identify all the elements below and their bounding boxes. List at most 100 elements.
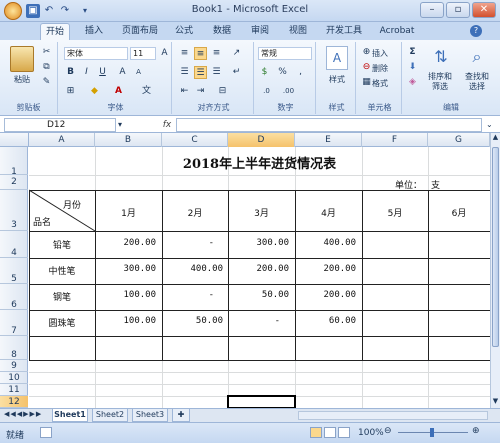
increase-indent-icon[interactable]: ⇥ — [194, 85, 207, 98]
decrease-decimal-icon[interactable]: .00 — [282, 85, 295, 98]
product-name[interactable]: 圆珠笔 — [29, 316, 95, 329]
sheet-title[interactable]: 2018年上半年进货情况表 — [29, 153, 490, 172]
phonetic-icon[interactable]: 文 — [140, 85, 153, 98]
tab-review[interactable]: 审阅 — [246, 23, 274, 40]
sheet-nav-icon[interactable]: ◀◀◀▶▶▶ — [4, 410, 42, 418]
value-cell[interactable]: 400.00 — [162, 264, 223, 274]
scroll-down-icon[interactable]: ▼ — [491, 397, 500, 407]
month-header[interactable]: 1月 — [95, 206, 162, 219]
value-cell[interactable]: 400.00 — [295, 238, 356, 248]
unit-value[interactable]: 支 — [431, 178, 440, 191]
scrollbar-thumb[interactable] — [492, 147, 499, 347]
tab-page-layout[interactable]: 页面布局 — [118, 23, 162, 40]
value-cell[interactable]: 200.00 — [95, 238, 156, 248]
increase-decimal-icon[interactable]: .0 — [260, 85, 273, 98]
column-header-c[interactable]: C — [162, 133, 228, 147]
name-box[interactable]: D12 — [4, 118, 116, 132]
paste-label[interactable]: 粘贴 — [4, 74, 40, 85]
sheet-tab-sheet2[interactable]: Sheet2 — [92, 409, 128, 422]
align-left-icon[interactable]: ☰ — [178, 66, 191, 79]
column-header-e[interactable]: E — [295, 133, 362, 147]
row-header[interactable]: 7 — [0, 310, 28, 336]
column-header-f[interactable]: F — [362, 133, 428, 147]
insert-sheet-icon[interactable]: ✚ — [172, 409, 190, 422]
copy-icon[interactable]: ⧉ — [40, 61, 53, 74]
sort-filter-label[interactable]: 排序和 筛选 — [422, 72, 458, 92]
tab-view[interactable]: 视图 — [284, 23, 312, 40]
macro-record-icon[interactable] — [40, 427, 52, 438]
month-header[interactable]: 5月 — [362, 206, 428, 219]
worksheet-grid[interactable]: 2018年上半年进货情况表 单位： 支 月份 品名 1月 2月 3月 4月 5月… — [29, 147, 490, 408]
value-cell[interactable]: 300.00 — [95, 264, 156, 274]
column-header-b[interactable]: B — [95, 133, 162, 147]
product-name[interactable]: 中性笔 — [29, 264, 95, 277]
format-cells-label[interactable]: 格式 — [372, 78, 388, 89]
font-name-select[interactable]: 宋体 — [64, 47, 128, 60]
bold-icon[interactable]: B — [64, 66, 77, 79]
corner-header-product[interactable]: 品名 — [33, 215, 51, 228]
zoom-in-icon[interactable]: ⊕ — [472, 426, 480, 436]
insert-cells-label[interactable]: 插入 — [372, 48, 388, 59]
normal-view-icon[interactable] — [310, 427, 322, 438]
value-cell[interactable]: 300.00 — [228, 238, 289, 248]
row-header[interactable]: 5 — [0, 258, 28, 284]
month-header[interactable]: 4月 — [295, 206, 362, 219]
value-cell[interactable]: 200.00 — [295, 290, 356, 300]
number-format-select[interactable]: 常规 — [258, 47, 312, 60]
sort-filter-icon[interactable]: ⇅ — [430, 46, 452, 68]
redo-icon[interactable]: ↷ — [58, 4, 72, 18]
cut-icon[interactable]: ✂ — [40, 46, 53, 59]
styles-button-label[interactable]: 样式 — [318, 74, 356, 85]
value-cell[interactable]: 200.00 — [228, 264, 289, 274]
row-header[interactable]: 6 — [0, 284, 28, 310]
zoom-level[interactable]: 100% — [358, 428, 384, 438]
row-header[interactable]: 1 — [0, 147, 28, 177]
find-select-icon[interactable]: ⌕ — [466, 46, 488, 68]
sheet-tab-sheet1[interactable]: Sheet1 — [52, 409, 88, 422]
find-select-label[interactable]: 查找和 选择 — [458, 72, 496, 92]
row-header[interactable]: 12 — [0, 396, 28, 408]
sheet-tab-sheet3[interactable]: Sheet3 — [132, 409, 168, 422]
tab-home[interactable]: 开始 — [40, 23, 70, 40]
column-header-a[interactable]: A — [29, 133, 95, 147]
undo-icon[interactable]: ↶ — [42, 4, 56, 18]
scroll-up-icon[interactable]: ▲ — [491, 133, 500, 143]
office-button[interactable] — [4, 2, 22, 20]
align-top-icon[interactable]: ≡ — [178, 47, 191, 60]
currency-icon[interactable]: $ — [258, 66, 271, 79]
tab-insert[interactable]: 插入 — [80, 23, 108, 40]
grow-font-icon[interactable]: A — [158, 47, 171, 60]
month-header[interactable]: 3月 — [228, 206, 295, 219]
value-cell[interactable]: - — [162, 290, 214, 300]
row-header[interactable]: 11 — [0, 384, 28, 396]
column-header-g[interactable]: G — [428, 133, 490, 147]
autosum-icon[interactable]: Σ — [406, 46, 419, 59]
select-all-corner[interactable] — [0, 133, 29, 147]
minimize-button[interactable]: – — [420, 2, 444, 18]
corner-header-month[interactable]: 月份 — [63, 198, 81, 211]
value-cell[interactable]: 50.00 — [228, 290, 289, 300]
row-header[interactable]: 8 — [0, 336, 28, 360]
merge-center-icon[interactable]: ⊟ — [216, 85, 229, 98]
comma-style-icon[interactable]: , — [294, 66, 307, 79]
font-color-icon[interactable]: A — [112, 85, 125, 98]
wrap-text-icon[interactable]: ↵ — [230, 66, 243, 79]
tab-developer[interactable]: 开发工具 — [322, 23, 366, 40]
fill-icon[interactable]: ⬇ — [406, 61, 419, 74]
zoom-out-icon[interactable]: ⊖ — [384, 426, 392, 436]
align-right-icon[interactable]: ☰ — [210, 66, 223, 79]
close-button[interactable]: ✕ — [472, 2, 496, 18]
column-header-d[interactable]: D — [228, 133, 295, 147]
underline-icon[interactable]: U — [96, 66, 109, 79]
italic-icon[interactable]: I — [80, 66, 93, 79]
tab-acrobat[interactable]: Acrobat — [376, 23, 418, 40]
tab-formulas[interactable]: 公式 — [170, 23, 198, 40]
align-center-icon[interactable]: ☰ — [194, 66, 207, 79]
row-header[interactable]: 4 — [0, 231, 28, 258]
row-header[interactable]: 3 — [0, 190, 28, 231]
tab-data[interactable]: 数据 — [208, 23, 236, 40]
expand-formula-icon[interactable]: ⌄ — [486, 120, 493, 129]
value-cell[interactable]: 100.00 — [95, 316, 156, 326]
row-header[interactable]: 9 — [0, 360, 28, 372]
row-header[interactable]: 10 — [0, 372, 28, 384]
